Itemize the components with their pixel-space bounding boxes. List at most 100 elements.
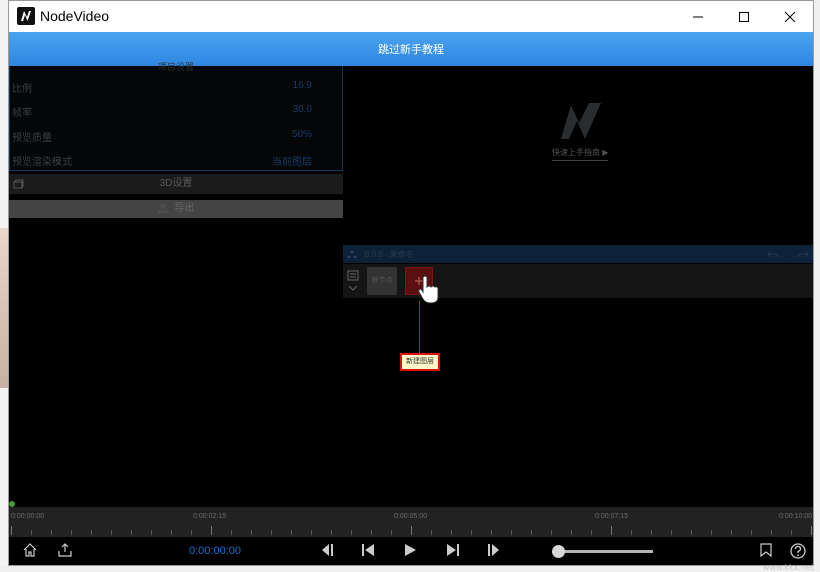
ruler-tick-mark: [571, 530, 572, 535]
tutorial-tooltip: 新建图层: [400, 353, 440, 371]
ruler-tick-label: 0:00:07:15: [595, 513, 629, 520]
close-button[interactable]: [767, 1, 813, 32]
ruler-tick-mark: [751, 530, 752, 535]
background-photo: [0, 228, 8, 388]
maximize-button[interactable]: [721, 1, 767, 32]
ruler-tick-label: 0:00:05:00: [394, 513, 428, 520]
time-ruler[interactable]: 0:00:00:00 0:00:02:15 0:00:05:00 0:00:07…: [9, 507, 813, 537]
settings-row-render-mode[interactable]: 预览渲染模式 当前图层: [10, 147, 342, 171]
settings-key: 预览质量: [12, 133, 52, 144]
close-icon: [784, 11, 796, 22]
export-button[interactable]: 导出: [9, 200, 343, 218]
background-desktop-right: [814, 0, 820, 572]
ruler-tick-mark: [671, 530, 672, 535]
settings-value: 30.0: [292, 104, 312, 115]
settings-value: 50%: [291, 129, 312, 140]
ruler-tick-mark: [131, 530, 132, 535]
background-desktop-bottom: [0, 566, 820, 572]
ruler-tick-mark: [211, 526, 212, 535]
settings-value: 16:9: [292, 80, 312, 91]
play-icon[interactable]: [403, 543, 417, 557]
ruler-tick-mark: [591, 530, 592, 535]
watermark: www.kkx.net: [762, 563, 814, 572]
settings-row-preview-quality[interactable]: 预览质量 50%: [10, 123, 342, 147]
ruler-tick-mark: [71, 530, 72, 535]
ruler-tick-mark: [451, 530, 452, 535]
layer-list-icon[interactable]: [347, 270, 359, 294]
volume-slider-knob[interactable]: [552, 545, 565, 558]
title-bar[interactable]: NodeVideo: [9, 1, 813, 32]
settings-value: 当前图层: [272, 157, 312, 168]
minimize-icon: [693, 16, 703, 17]
ruler-tick-mark: [471, 530, 472, 535]
ruler-tick-mark: [271, 530, 272, 535]
skip-tutorial-label: 跳过新手教程: [378, 44, 444, 56]
ruler-tick-label: 0:00:02:15: [193, 513, 227, 520]
ruler-tick-mark: [651, 530, 652, 535]
volume-slider-track[interactable]: [557, 550, 653, 553]
playback-bar: 0:00:00:00: [9, 537, 813, 565]
ruler-tick-mark: [811, 526, 812, 535]
ruler-tick-mark: [51, 530, 52, 535]
ruler-tick-mark: [711, 530, 712, 535]
ruler-tick-label: 0:00:10:00: [779, 513, 813, 520]
ruler-tick-mark: [31, 530, 32, 535]
window-title: NodeVideo: [40, 8, 110, 24]
ruler-tick-mark: [611, 526, 612, 535]
ruler-tick-mark: [791, 530, 792, 535]
ruler-tick-mark: [631, 530, 632, 535]
timeline-header: 0.0.0 - 未命名: [343, 245, 813, 263]
skip-to-end-icon[interactable]: [446, 543, 460, 557]
undo-icon[interactable]: [767, 249, 779, 259]
ruler-tick-mark: [411, 526, 412, 535]
settings-row-ratio[interactable]: 比例 16:9: [10, 74, 342, 98]
3d-settings-label: 3D设置: [159, 178, 193, 189]
settings-key: 预览渲染模式: [12, 157, 72, 168]
ruler-tick-mark: [351, 530, 352, 535]
export-label: 导出: [174, 203, 195, 214]
previous-keyframe-icon[interactable]: [318, 543, 334, 557]
timeline-title: 0.0.0 - 未命名: [365, 250, 414, 259]
ruler-tick-mark: [331, 530, 332, 535]
redo-icon[interactable]: [797, 249, 809, 259]
ruler-tick-mark: [111, 530, 112, 535]
quick-start-link[interactable]: 快速上手指南 ▶: [552, 147, 609, 161]
layers-icon: [347, 250, 357, 259]
ruler-tick-mark: [531, 530, 532, 535]
skip-to-start-icon[interactable]: [361, 543, 375, 557]
minimize-button[interactable]: [675, 1, 721, 32]
maximize-icon: [739, 11, 749, 22]
ruler-tick-mark: [511, 530, 512, 535]
ruler-tick-mark: [371, 530, 372, 535]
root-node-tile[interactable]: 根节点: [367, 267, 397, 295]
ruler-tick-mark: [171, 530, 172, 535]
ruler-tick-mark: [731, 530, 732, 535]
settings-key: 帧率: [12, 108, 32, 119]
home-icon[interactable]: [23, 543, 37, 557]
layer-track: 根节点: [343, 264, 813, 298]
ruler-tick-mark: [431, 530, 432, 535]
tutorial-pointer-line: [419, 301, 420, 353]
project-settings-panel: 项目设置 比例 16:9 帧率 30.0 预览质量 50% 预览渲染模式 当前图…: [9, 62, 343, 171]
help-icon[interactable]: [790, 543, 806, 559]
nodevideo-logo-icon: [561, 103, 601, 139]
app-window: NodeVideo 跳过新手教程 项目设置 比例 16:9 帧率 30.0 预览…: [8, 0, 814, 566]
ruler-tick-mark: [771, 530, 772, 535]
bookmark-icon[interactable]: [760, 543, 772, 557]
ruler-tick-mark: [251, 530, 252, 535]
pointer-hand-icon: [418, 275, 439, 304]
share-icon[interactable]: [58, 543, 72, 557]
settings-row-framerate[interactable]: 帧率 30.0: [10, 98, 342, 122]
current-timecode: 0:00:00:00: [189, 545, 241, 557]
ruler-tick-mark: [391, 530, 392, 535]
3d-settings-button[interactable]: 3D设置: [9, 174, 343, 194]
ruler-tick-mark: [151, 530, 152, 535]
ruler-tick-mark: [231, 530, 232, 535]
ruler-tick-mark: [291, 530, 292, 535]
ruler-tick-mark: [11, 526, 12, 535]
app-logo-icon: [17, 7, 35, 25]
ruler-tick-mark: [551, 530, 552, 535]
settings-key: 比例: [12, 84, 32, 95]
3d-box-icon: [13, 179, 24, 189]
next-keyframe-icon[interactable]: [487, 543, 503, 557]
